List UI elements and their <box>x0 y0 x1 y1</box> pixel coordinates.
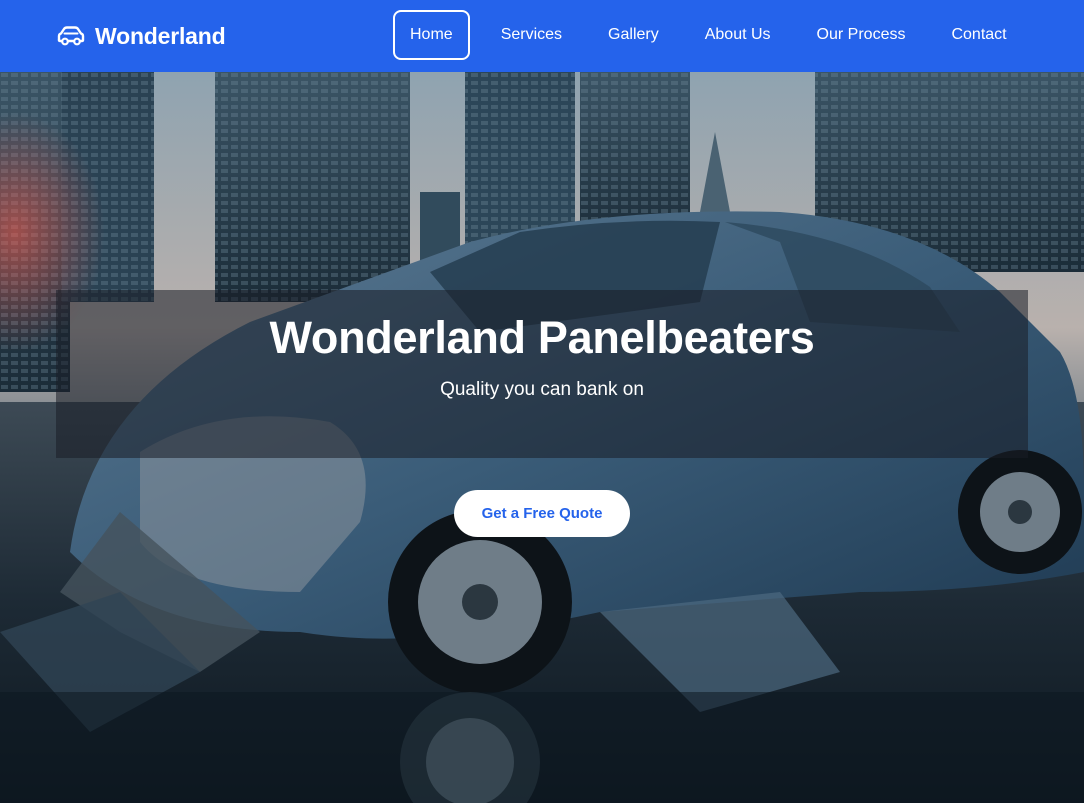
hero-overlay-panel: Wonderland Panelbeaters Quality you can … <box>56 290 1028 458</box>
car-icon <box>57 26 85 46</box>
nav-link-gallery[interactable]: Gallery <box>608 10 659 60</box>
hero-subtitle: Quality you can bank on <box>440 379 644 400</box>
nav-link-services[interactable]: Services <box>501 10 562 60</box>
main-nav: Home Services Gallery About Us Our Proce… <box>393 10 1007 60</box>
navbar: Wonderland Home Services Gallery About U… <box>0 0 1084 72</box>
brand-name: Wonderland <box>95 22 226 49</box>
nav-link-contact[interactable]: Contact <box>951 10 1006 60</box>
hero-section: Wonderland Panelbeaters Quality you can … <box>0 72 1084 803</box>
nav-link-home[interactable]: Home <box>393 10 470 60</box>
nav-link-our-process[interactable]: Our Process <box>817 10 906 60</box>
get-free-quote-button[interactable]: Get a Free Quote <box>454 490 630 537</box>
brand-logo[interactable]: Wonderland <box>56 22 226 50</box>
hero-title: Wonderland Panelbeaters <box>269 312 815 363</box>
nav-link-about-us[interactable]: About Us <box>705 10 771 60</box>
